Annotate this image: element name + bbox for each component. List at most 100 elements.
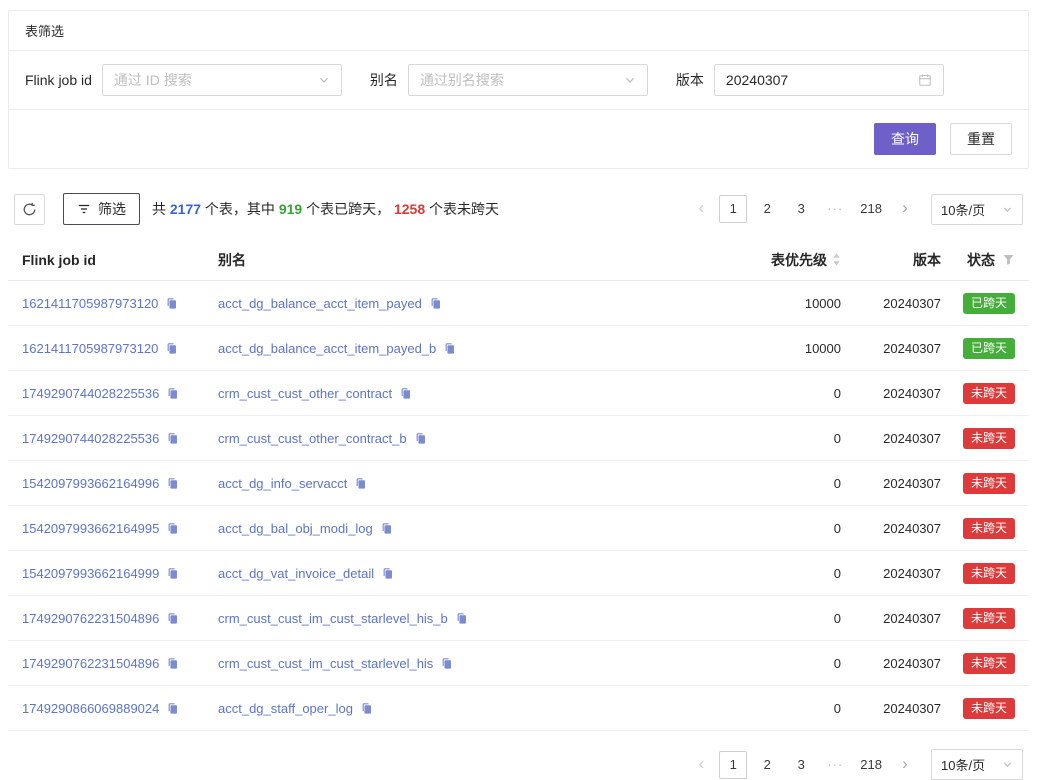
alias-link[interactable]: acct_dg_info_servacct	[218, 476, 347, 491]
alias-link[interactable]: crm_cust_cust_other_contract	[218, 386, 392, 401]
flink-job-id-link[interactable]: 1542097993662164995	[22, 521, 159, 536]
status-badge: 未跨天	[963, 608, 1015, 629]
pagination-page-218[interactable]: 218	[855, 195, 887, 223]
status-badge: 未跨天	[963, 563, 1015, 584]
table-row: 1749290866069889024 acct_dg_staff_oper_l…	[8, 686, 1029, 731]
alias-select[interactable]: 通过别名搜索	[408, 64, 648, 96]
table-header-row: Flink job id 别名 表优先级 版本 状态	[8, 239, 1029, 281]
flink-job-id-link[interactable]: 1621411705987973120	[22, 296, 158, 311]
flink-job-id-link[interactable]: 1621411705987973120	[22, 341, 158, 356]
table-row: 1542097993662164996 acct_dg_info_servacc…	[8, 461, 1029, 506]
pagination-ellipsis[interactable]: ···	[821, 195, 849, 223]
copy-icon[interactable]	[166, 612, 179, 625]
version-date-value: 20240307	[726, 72, 788, 88]
copy-icon[interactable]	[354, 477, 367, 490]
refresh-icon	[22, 202, 37, 217]
version-cell: 20240307	[841, 701, 941, 716]
pagination-prev-button[interactable]: ‹	[689, 751, 713, 779]
copy-icon[interactable]	[443, 342, 456, 355]
flink-job-id-link[interactable]: 1749290866069889024	[22, 701, 159, 716]
tables-table: Flink job id 别名 表优先级 版本 状态 1621411705987…	[8, 239, 1029, 731]
version-cell: 20240307	[841, 611, 941, 626]
field-version: 版本 20240307	[676, 64, 944, 96]
alias-link[interactable]: acct_dg_balance_acct_item_payed_b	[218, 341, 436, 356]
copy-icon[interactable]	[165, 297, 178, 310]
pagination-prev-button[interactable]: ‹	[689, 195, 713, 223]
alias-link[interactable]: crm_cust_cust_im_cust_starlevel_his	[218, 656, 433, 671]
chevron-down-icon	[1002, 759, 1013, 770]
page: 表筛选 Flink job id 通过 ID 搜索 别名 通过别名搜索	[0, 0, 1037, 780]
alias-link[interactable]: acct_dg_vat_invoice_detail	[218, 566, 374, 581]
copy-icon[interactable]	[166, 657, 179, 670]
header-status-label: 状态	[967, 250, 995, 270]
flink-job-id-link[interactable]: 1749290744028225536	[22, 431, 159, 446]
flink-job-id-link[interactable]: 1749290762231504896	[22, 656, 159, 671]
copy-icon[interactable]	[360, 702, 373, 715]
sorter-icon[interactable]	[832, 252, 841, 267]
alias-link[interactable]: acct_dg_staff_oper_log	[218, 701, 353, 716]
funnel-icon[interactable]	[1002, 253, 1015, 266]
flink-job-id-link[interactable]: 1542097993662164996	[22, 476, 159, 491]
pagination-page-3[interactable]: 3	[787, 751, 815, 779]
version-date-input[interactable]: 20240307	[714, 64, 944, 96]
query-button[interactable]: 查询	[874, 123, 936, 155]
refresh-button[interactable]	[14, 194, 45, 225]
pagination-page-218[interactable]: 218	[855, 751, 887, 779]
pagination-page-3[interactable]: 3	[787, 195, 815, 223]
flink-job-id-link[interactable]: 1749290744028225536	[22, 386, 159, 401]
flink-job-id-link[interactable]: 1749290762231504896	[22, 611, 159, 626]
pagination-next-button[interactable]: ›	[893, 751, 917, 779]
filter-panel: 表筛选 Flink job id 通过 ID 搜索 别名 通过别名搜索	[8, 10, 1029, 169]
copy-icon[interactable]	[381, 567, 394, 580]
priority-cell: 0	[721, 476, 841, 491]
table-row: 1749290744028225536 crm_cust_cust_other_…	[8, 371, 1029, 416]
copy-icon[interactable]	[166, 567, 179, 580]
header-status: 状态	[941, 250, 1015, 270]
table-body: 1621411705987973120 acct_dg_balance_acct…	[8, 281, 1029, 731]
alias-link[interactable]: acct_dg_bal_obj_modi_log	[218, 521, 373, 536]
copy-icon[interactable]	[166, 702, 179, 715]
copy-icon[interactable]	[166, 387, 179, 400]
pagination-page-2[interactable]: 2	[753, 751, 781, 779]
copy-icon[interactable]	[440, 657, 453, 670]
summary-text: 个表未跨天	[425, 201, 499, 217]
copy-icon[interactable]	[380, 522, 393, 535]
copy-icon[interactable]	[429, 297, 442, 310]
copy-icon[interactable]	[165, 342, 178, 355]
header-alias: 别名	[218, 250, 721, 270]
table-row: 1621411705987973120 acct_dg_balance_acct…	[8, 326, 1029, 371]
header-flink-job-id: Flink job id	[22, 252, 218, 268]
status-badge: 未跨天	[963, 473, 1015, 494]
summary-text: 共	[152, 201, 170, 217]
filter-toggle-button[interactable]: 筛选	[63, 193, 140, 225]
pagination-page-1[interactable]: 1	[719, 195, 747, 223]
pagination-page-2[interactable]: 2	[753, 195, 781, 223]
pagination-top-pages: ‹123···218›	[689, 195, 917, 223]
page-size-value: 10条/页	[941, 755, 985, 774]
page-size-select[interactable]: 10条/页	[931, 194, 1023, 225]
flink-job-id-select[interactable]: 通过 ID 搜索	[102, 64, 342, 96]
priority-cell: 0	[721, 566, 841, 581]
pagination-page-1[interactable]: 1	[719, 751, 747, 779]
priority-cell: 10000	[721, 341, 841, 356]
copy-icon[interactable]	[166, 522, 179, 535]
reset-button[interactable]: 重置	[950, 123, 1012, 155]
table-row: 1542097993662164995 acct_dg_bal_obj_modi…	[8, 506, 1029, 551]
copy-icon[interactable]	[399, 387, 412, 400]
flink-job-id-link[interactable]: 1542097993662164999	[22, 566, 159, 581]
header-priority[interactable]: 表优先级	[721, 250, 841, 270]
copy-icon[interactable]	[414, 432, 427, 445]
chevron-down-icon	[624, 74, 636, 86]
copy-icon[interactable]	[166, 477, 179, 490]
alias-link[interactable]: crm_cust_cust_im_cust_starlevel_his_b	[218, 611, 448, 626]
page-size-select[interactable]: 10条/页	[931, 749, 1023, 780]
alias-link[interactable]: acct_dg_balance_acct_item_payed	[218, 296, 422, 311]
pagination-ellipsis[interactable]: ···	[821, 751, 849, 779]
table-row: 1749290762231504896 crm_cust_cust_im_cus…	[8, 596, 1029, 641]
status-badge: 已跨天	[963, 293, 1015, 314]
copy-icon[interactable]	[166, 432, 179, 445]
pagination-next-button[interactable]: ›	[893, 195, 917, 223]
priority-cell: 0	[721, 386, 841, 401]
alias-link[interactable]: crm_cust_cust_other_contract_b	[218, 431, 407, 446]
copy-icon[interactable]	[455, 612, 468, 625]
